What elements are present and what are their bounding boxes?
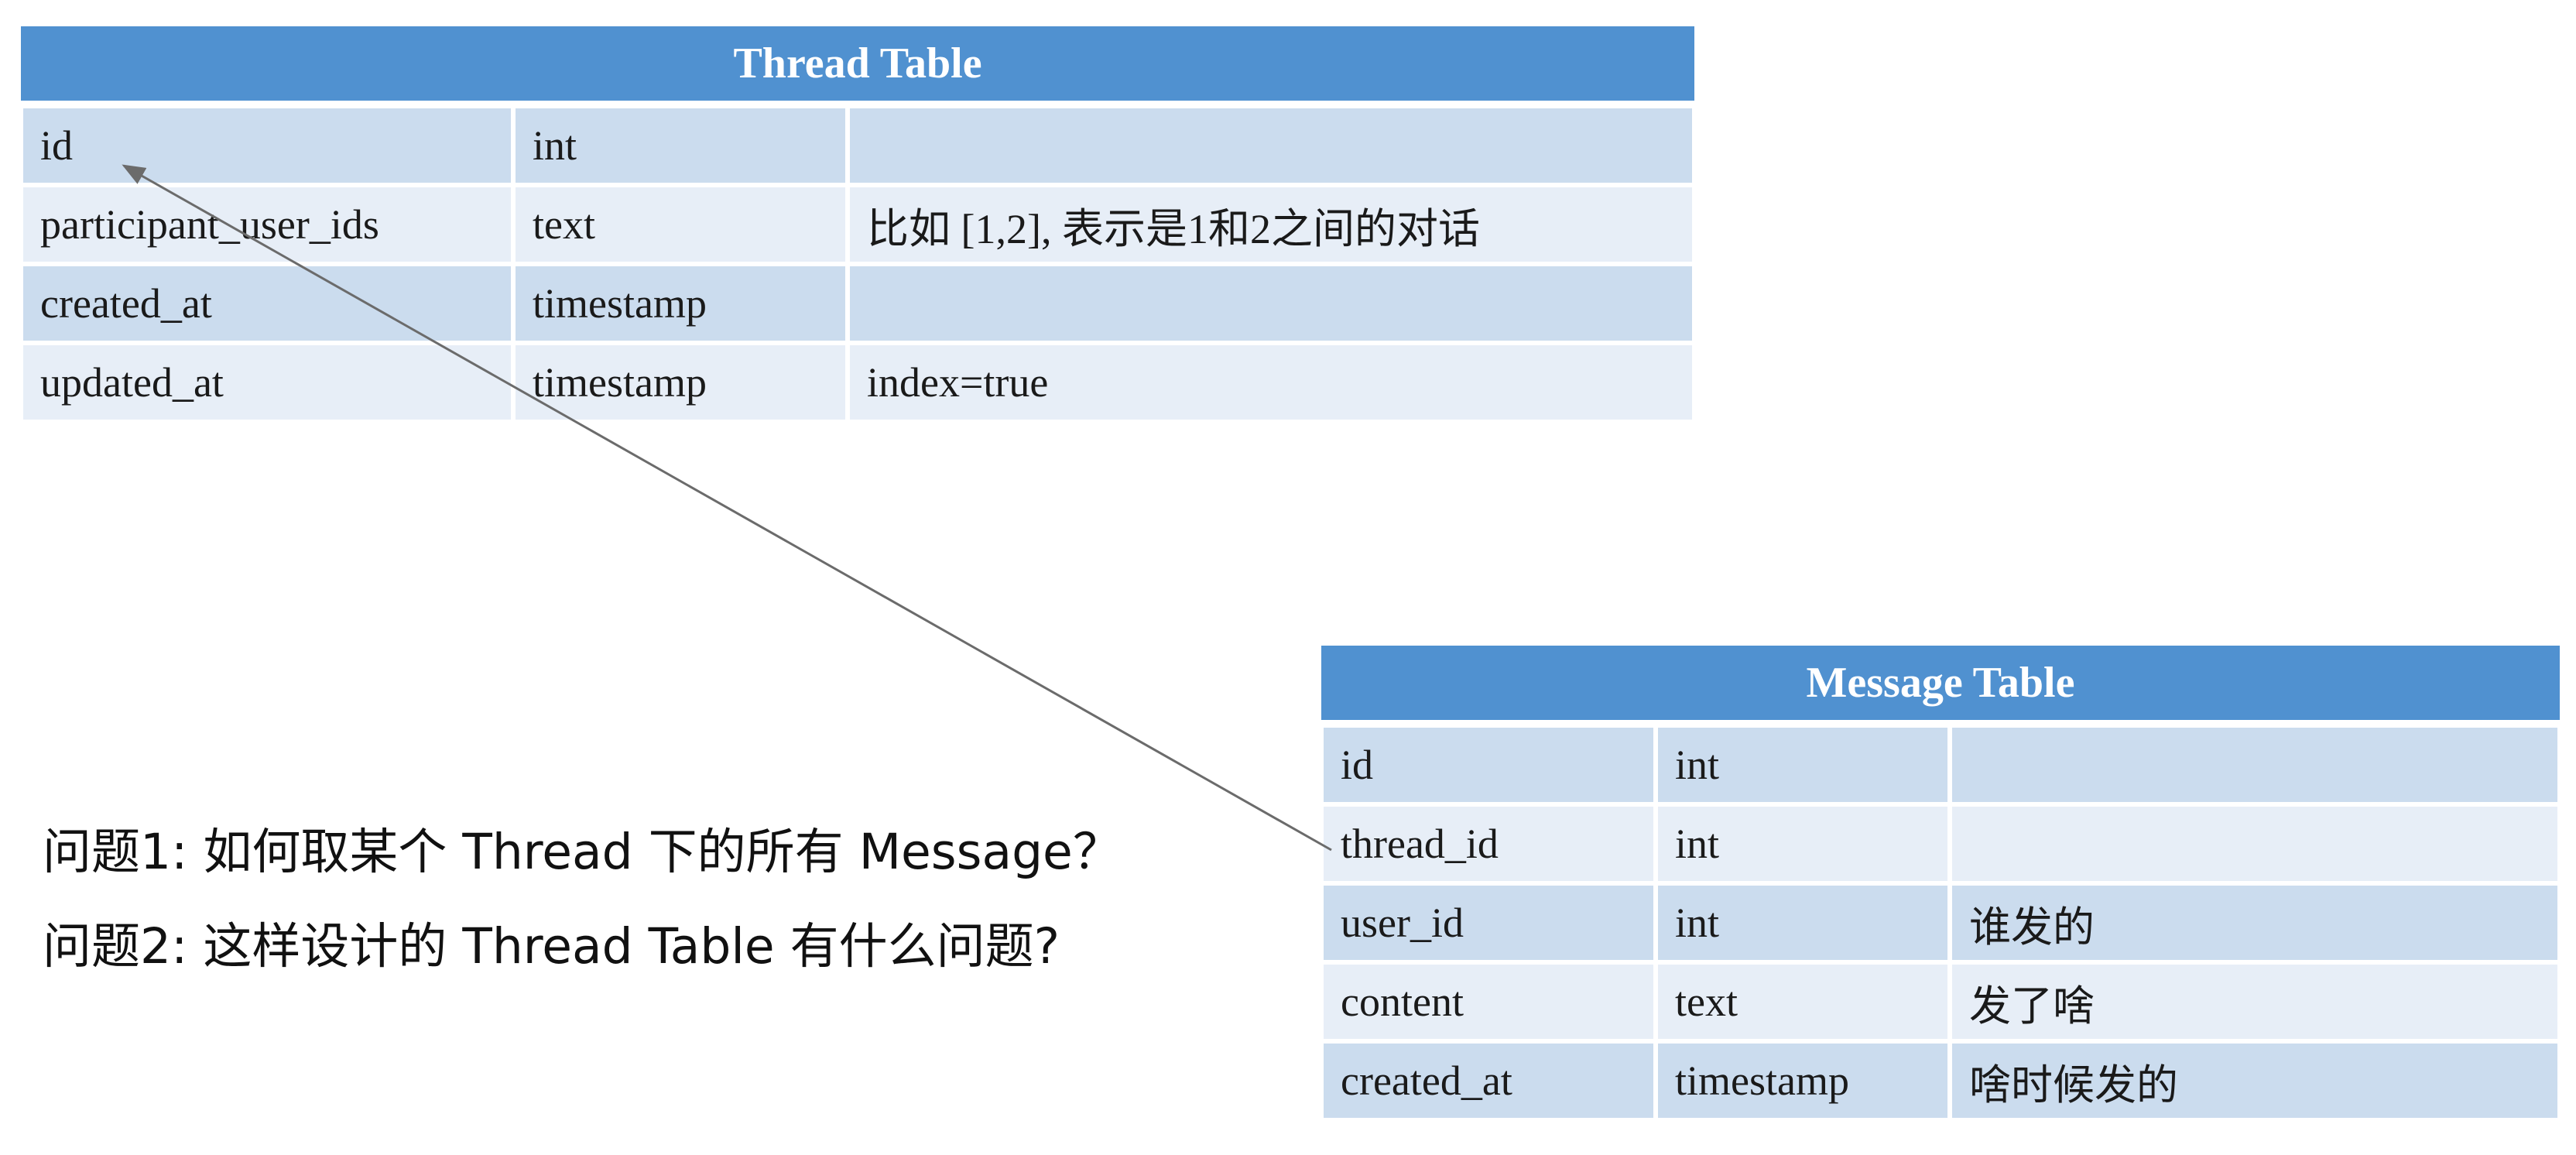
field-note bbox=[844, 262, 1697, 345]
field-name: created_at bbox=[1319, 1039, 1658, 1122]
field-name: id bbox=[19, 102, 516, 187]
field-name: participant_user_ids bbox=[19, 183, 516, 266]
field-name: user_id bbox=[1319, 881, 1658, 965]
field-note bbox=[1947, 802, 2562, 886]
table-row: created_at timestamp bbox=[19, 262, 1697, 345]
field-name: updated_at bbox=[19, 341, 516, 424]
field-type: text bbox=[511, 183, 850, 266]
field-name: created_at bbox=[19, 262, 516, 345]
table-row: updated_at timestamp index=true bbox=[19, 341, 1697, 424]
field-note: 谁发的 bbox=[1947, 881, 2562, 965]
field-note: index=true bbox=[844, 341, 1697, 424]
field-name: id bbox=[1319, 721, 1658, 807]
table-row: thread_id int bbox=[1319, 802, 2562, 886]
field-note bbox=[1947, 721, 2562, 807]
table-row: id int bbox=[1319, 721, 2562, 807]
thread-table-title: Thread Table bbox=[21, 26, 1695, 108]
field-note: 啥时候发的 bbox=[1947, 1039, 2562, 1122]
field-name: thread_id bbox=[1319, 802, 1658, 886]
field-note bbox=[844, 102, 1697, 187]
field-type: text bbox=[1653, 960, 1952, 1044]
field-name: content bbox=[1319, 960, 1658, 1044]
table-row: content text 发了啥 bbox=[1319, 960, 2562, 1044]
field-type: int bbox=[1653, 881, 1952, 965]
thread-table: Thread Table id int participant_user_ids… bbox=[19, 26, 1697, 424]
message-table-title: Message Table bbox=[1321, 646, 2560, 728]
table-row: created_at timestamp 啥时候发的 bbox=[1319, 1039, 2562, 1122]
question-1: 问题1: 如何取某个 Thread 下的所有 Message？ bbox=[43, 824, 1122, 880]
field-note: 发了啥 bbox=[1947, 960, 2562, 1044]
table-row: id int bbox=[19, 102, 1697, 187]
field-type: int bbox=[1653, 802, 1952, 886]
field-type: timestamp bbox=[511, 341, 850, 424]
table-row: participant_user_ids text 比如 [1,2], 表示是1… bbox=[19, 183, 1697, 266]
field-type: timestamp bbox=[511, 262, 850, 345]
field-type: int bbox=[511, 102, 850, 187]
message-table: Message Table id int thread_id int user_… bbox=[1319, 646, 2562, 1122]
field-type: int bbox=[1653, 721, 1952, 807]
table-row: user_id int 谁发的 bbox=[1319, 881, 2562, 965]
question-2: 问题2: 这样设计的 Thread Table 有什么问题? bbox=[43, 918, 1060, 975]
field-note: 比如 [1,2], 表示是1和2之间的对话 bbox=[844, 183, 1697, 266]
field-type: timestamp bbox=[1653, 1039, 1952, 1122]
